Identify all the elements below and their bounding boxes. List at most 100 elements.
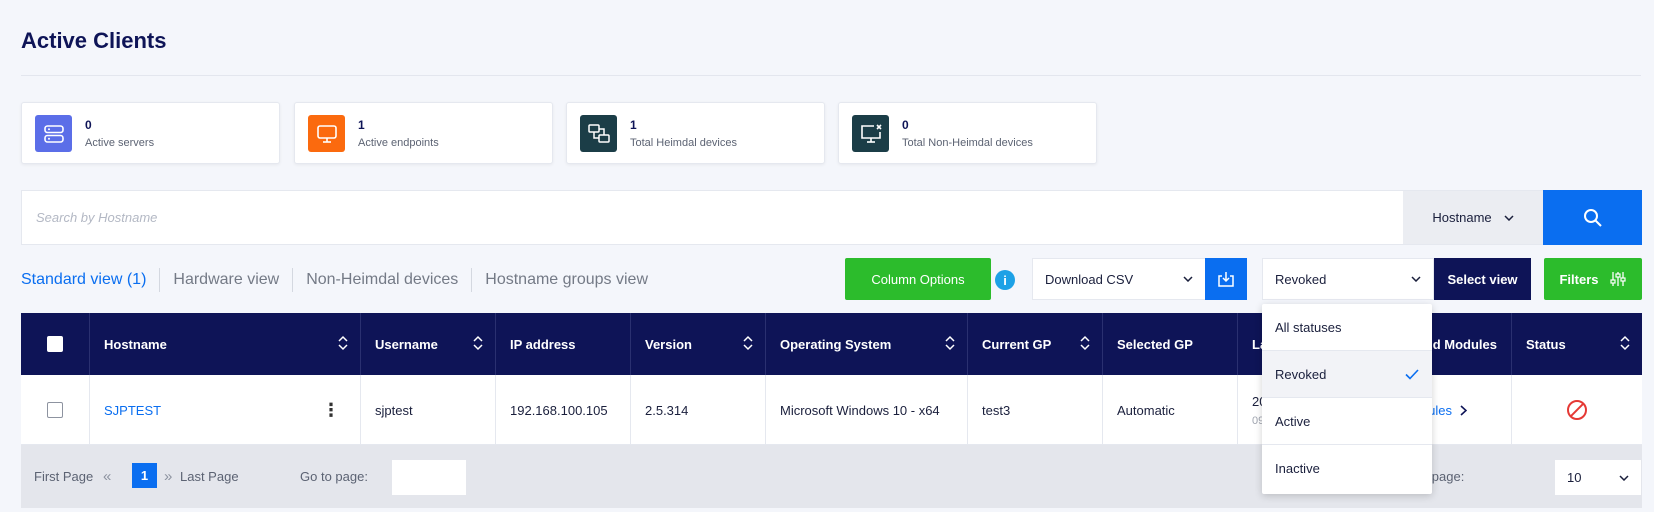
dropdown-option-inactive[interactable]: Inactive: [1262, 445, 1432, 492]
card-label: Active servers: [85, 137, 155, 149]
status-dropdown-menu: All statuses Revoked Active Inactive: [1262, 304, 1432, 494]
revoked-status-icon: [1567, 400, 1587, 420]
go-to-page-input[interactable]: [392, 460, 466, 495]
chevron-down-icon: [1183, 276, 1193, 282]
search-button[interactable]: [1543, 190, 1642, 245]
card-count: 0: [902, 118, 909, 132]
column-label: Current GP: [982, 336, 1052, 352]
search-icon: [1583, 208, 1602, 227]
card-count: 1: [630, 118, 637, 132]
dropdown-option-all-statuses[interactable]: All statuses: [1262, 304, 1432, 351]
status-select-value: Revoked: [1275, 271, 1327, 287]
search-field-select[interactable]: Hostname: [1403, 191, 1543, 244]
sliders-icon: [1609, 272, 1626, 286]
cell-operating-system: Microsoft Windows 10 - x64: [766, 375, 968, 445]
dropdown-option-revoked[interactable]: Revoked: [1262, 351, 1432, 398]
column-header-username[interactable]: Username: [361, 313, 496, 375]
card-total-non-heimdal: 0 Total Non-Heimdal devices: [838, 102, 1097, 164]
column-header-ip-address[interactable]: IP address: [496, 313, 631, 375]
search-field-value: Hostname: [1432, 210, 1492, 225]
row-checkbox[interactable]: [47, 402, 63, 418]
first-page-link[interactable]: First Page: [34, 445, 93, 508]
card-label: Active endpoints: [358, 137, 439, 149]
option-label: Inactive: [1275, 461, 1320, 476]
sort-icon: [338, 335, 348, 351]
items-per-page-select[interactable]: 10: [1555, 460, 1641, 495]
column-header-operating-system[interactable]: Operating System: [766, 313, 968, 375]
cell-ip-address: 192.168.100.105: [496, 375, 631, 445]
chevron-down-icon: [1504, 214, 1514, 221]
title-divider: [21, 75, 1641, 76]
column-label: Selected GP: [1117, 336, 1193, 352]
tab-standard-view[interactable]: Standard view (1): [21, 268, 159, 292]
cell-status: [1512, 375, 1642, 445]
column-header-selected-gp[interactable]: Selected GP: [1103, 313, 1238, 375]
column-options-button[interactable]: Column Options: [845, 258, 991, 300]
column-header-current-gp[interactable]: Current GP: [968, 313, 1103, 375]
filters-button[interactable]: Filters: [1544, 258, 1642, 300]
card-count: 0: [85, 118, 92, 132]
sort-icon: [1080, 335, 1090, 351]
tab-hostname-groups-view[interactable]: Hostname groups view: [471, 268, 661, 292]
hostname-link[interactable]: SJPTEST: [104, 403, 161, 418]
sort-icon: [945, 335, 955, 351]
column-header-status[interactable]: Status: [1512, 313, 1642, 375]
option-label: Revoked: [1275, 366, 1327, 382]
monitor-x-icon: [852, 115, 889, 152]
card-active-endpoints: 1 Active endpoints: [294, 102, 553, 164]
sort-icon: [743, 335, 753, 351]
column-label: Operating System: [780, 336, 892, 352]
cell-username: sjptest: [361, 375, 496, 445]
row-select-cell: [21, 375, 90, 445]
sort-icon: [1620, 335, 1630, 351]
cell-version: 2.5.314: [631, 375, 766, 445]
server-icon: [35, 115, 72, 152]
cell-hostname: SJPTEST ⋮: [90, 375, 361, 445]
option-label: All statuses: [1275, 319, 1342, 335]
chevron-right-icon[interactable]: [1460, 404, 1467, 416]
go-to-page-label: Go to page:: [300, 469, 368, 484]
double-chevron-right-icon[interactable]: »: [164, 445, 172, 508]
chevron-down-icon: [1619, 474, 1629, 481]
card-label: Total Heimdal devices: [630, 137, 737, 149]
page-title: Active Clients: [21, 28, 167, 53]
cell-selected-gp: Automatic: [1103, 375, 1238, 445]
view-tabs: Standard view (1) Hardware view Non-Heim…: [21, 268, 661, 292]
tab-non-heimdal-devices[interactable]: Non-Heimdal devices: [292, 268, 471, 292]
download-csv-label: Download CSV: [1045, 271, 1134, 287]
monitor-icon: [308, 115, 345, 152]
download-icon: [1218, 272, 1234, 287]
network-devices-icon: [580, 115, 617, 152]
column-label: IP address: [510, 336, 576, 352]
cell-current-gp: test3: [968, 375, 1103, 445]
header-select-all: [21, 313, 90, 375]
current-page[interactable]: 1: [132, 463, 157, 488]
card-count: 1: [358, 118, 365, 132]
option-label: Active: [1275, 413, 1311, 429]
card-label: Total Non-Heimdal devices: [902, 137, 1033, 149]
items-per-page-value: 10: [1567, 470, 1582, 485]
search-input[interactable]: [22, 191, 1402, 244]
status-select[interactable]: Revoked: [1262, 258, 1434, 300]
column-label: Version: [645, 336, 692, 352]
column-label: Username: [375, 336, 438, 352]
download-button[interactable]: [1205, 258, 1247, 300]
column-label: Status: [1526, 336, 1566, 352]
info-icon[interactable]: i: [995, 270, 1015, 290]
double-chevron-left-icon[interactable]: «: [103, 445, 111, 508]
checkmark-icon: [1405, 368, 1419, 380]
chevron-down-icon: [1411, 276, 1421, 282]
more-options-icon[interactable]: ⋮: [322, 401, 340, 419]
column-header-version[interactable]: Version: [631, 313, 766, 375]
column-label: d Modules: [1432, 336, 1497, 352]
filters-label: Filters: [1559, 271, 1599, 287]
tab-hardware-view[interactable]: Hardware view: [159, 268, 292, 292]
column-label: Hostname: [104, 336, 167, 352]
download-csv-select[interactable]: Download CSV: [1032, 258, 1206, 300]
dropdown-option-active[interactable]: Active: [1262, 398, 1432, 445]
sort-icon: [473, 335, 483, 351]
column-header-hostname[interactable]: Hostname: [90, 313, 361, 375]
last-page-link[interactable]: Last Page: [180, 445, 239, 508]
select-view-button[interactable]: Select view: [1434, 258, 1531, 300]
select-all-checkbox[interactable]: [47, 336, 63, 352]
